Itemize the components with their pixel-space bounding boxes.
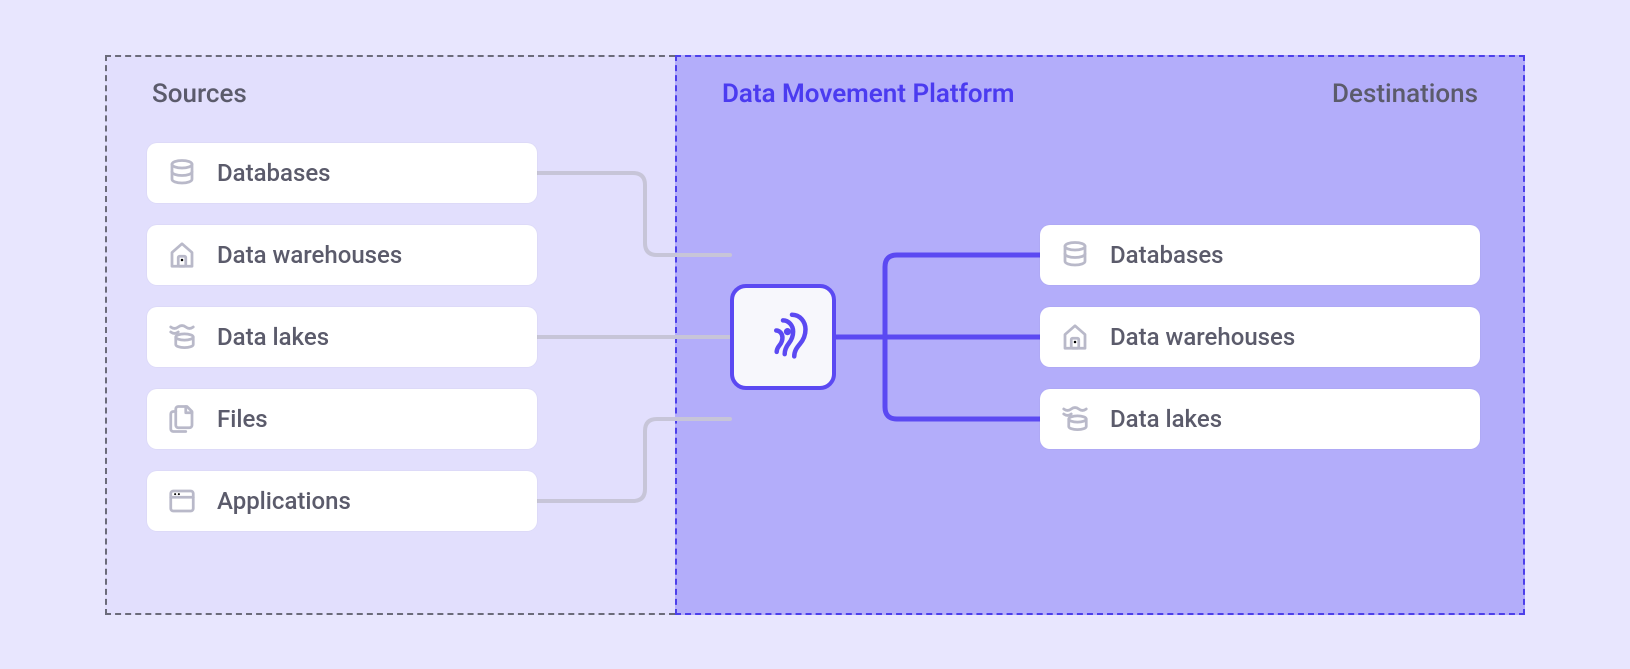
database-icon	[1058, 238, 1092, 272]
database-icon	[165, 156, 199, 190]
card-label: Applications	[217, 487, 351, 515]
source-card-applications: Applications	[147, 471, 537, 531]
card-label: Data lakes	[1110, 405, 1222, 433]
card-label: Data warehouses	[1110, 323, 1295, 351]
card-label: Data warehouses	[217, 241, 402, 269]
diagram-stage: Sources Data Movement Platform Destinati…	[105, 55, 1525, 615]
datalake-icon	[1058, 402, 1092, 436]
destination-card-databases: Databases	[1040, 225, 1480, 285]
octopus-icon	[756, 308, 810, 366]
datalake-icon	[165, 320, 199, 354]
sources-title: Sources	[152, 79, 247, 109]
destination-card-warehouses: Data warehouses	[1040, 307, 1480, 367]
destination-card-lakes: Data lakes	[1040, 389, 1480, 449]
source-card-lakes: Data lakes	[147, 307, 537, 367]
files-icon	[165, 402, 199, 436]
platform-hub	[730, 284, 836, 390]
application-icon	[165, 484, 199, 518]
card-label: Files	[217, 405, 268, 433]
destinations-title: Destinations	[1332, 79, 1478, 109]
warehouse-icon	[1058, 320, 1092, 354]
source-card-files: Files	[147, 389, 537, 449]
platform-title: Data Movement Platform	[722, 79, 1015, 109]
source-card-databases: Databases	[147, 143, 537, 203]
card-label: Databases	[1110, 241, 1224, 269]
card-label: Data lakes	[217, 323, 329, 351]
source-card-warehouses: Data warehouses	[147, 225, 537, 285]
warehouse-icon	[165, 238, 199, 272]
card-label: Databases	[217, 159, 331, 187]
